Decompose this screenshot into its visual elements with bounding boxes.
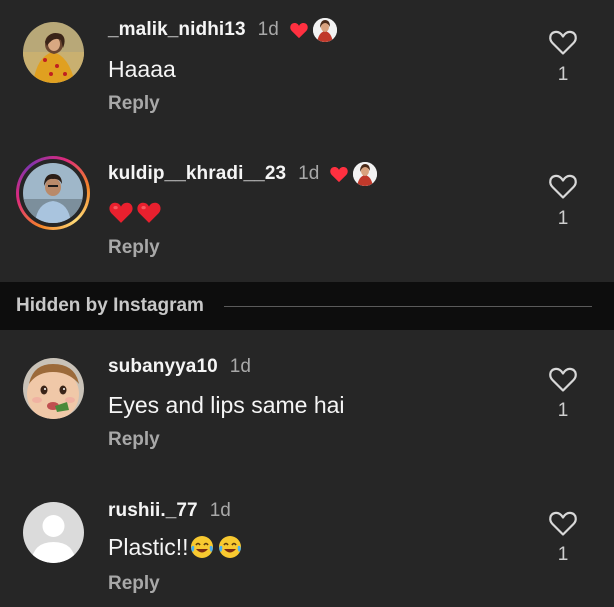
red-heart-icon [109, 202, 133, 223]
username[interactable]: kuldip__khradi__23 [108, 163, 286, 185]
hidden-comments-label[interactable]: Hidden by Instagram [16, 295, 204, 317]
laughing-tears-icon [190, 536, 213, 558]
avatar-image [23, 358, 84, 419]
comment-text: Haaaa [108, 55, 176, 82]
like-count: 1 [557, 64, 569, 85]
creator-liked-heart-icon [290, 23, 308, 39]
comment-meta: subanyya10 1d [108, 352, 251, 382]
default-avatar-icon [23, 502, 84, 563]
reply-button[interactable]: Reply [108, 429, 160, 451]
username[interactable]: rushii._77 [108, 500, 198, 522]
like-count: 1 [557, 544, 569, 565]
reply-button[interactable]: Reply [108, 93, 160, 115]
reply-button[interactable]: Reply [108, 237, 160, 259]
hidden-comments-divider[interactable]: Hidden by Instagram [0, 282, 614, 330]
comment-meta: rushii._77 1d [108, 496, 231, 526]
creator-liked-heart-icon [330, 167, 349, 183]
reply-button[interactable]: Reply [108, 573, 160, 595]
comment-text: Eyes and lips same hai [108, 391, 345, 418]
timestamp: 1d [229, 356, 251, 377]
creator-avatar-image [312, 18, 337, 42]
timestamp: 1d [209, 500, 231, 521]
red-heart-icon [137, 202, 161, 223]
timestamp: 1d [257, 19, 279, 40]
creator-avatar-image [353, 162, 378, 186]
username[interactable]: subanyya10 [108, 356, 218, 378]
avatar[interactable] [23, 502, 84, 563]
creator-avatar [353, 162, 378, 186]
comment-meta: kuldip__khradi__23 1d [108, 159, 378, 189]
comment-text: Plastic!! [108, 532, 245, 562]
like-count: 1 [557, 208, 569, 229]
like-heart-icon[interactable] [548, 509, 578, 537]
creator-avatar [312, 18, 337, 42]
avatar [23, 163, 83, 223]
like-count: 1 [557, 400, 569, 421]
avatar-image [23, 163, 83, 223]
comment-meta: _malik_nidhi13 1d [108, 15, 337, 45]
laughing-tears-icon [218, 536, 241, 558]
timestamp: 1d [298, 163, 320, 184]
like-heart-icon[interactable] [548, 28, 578, 56]
like-heart-icon[interactable] [548, 172, 578, 200]
story-ring-inner [19, 159, 87, 227]
comment-text-content: Plastic!! [108, 533, 189, 560]
divider-line [224, 306, 592, 307]
username[interactable]: _malik_nidhi13 [108, 19, 246, 41]
avatar-image [23, 22, 84, 83]
comment-text [108, 197, 164, 227]
like-heart-icon[interactable] [548, 365, 578, 393]
avatar[interactable] [23, 22, 84, 83]
avatar[interactable] [23, 358, 84, 419]
story-ring-avatar[interactable] [16, 156, 90, 230]
